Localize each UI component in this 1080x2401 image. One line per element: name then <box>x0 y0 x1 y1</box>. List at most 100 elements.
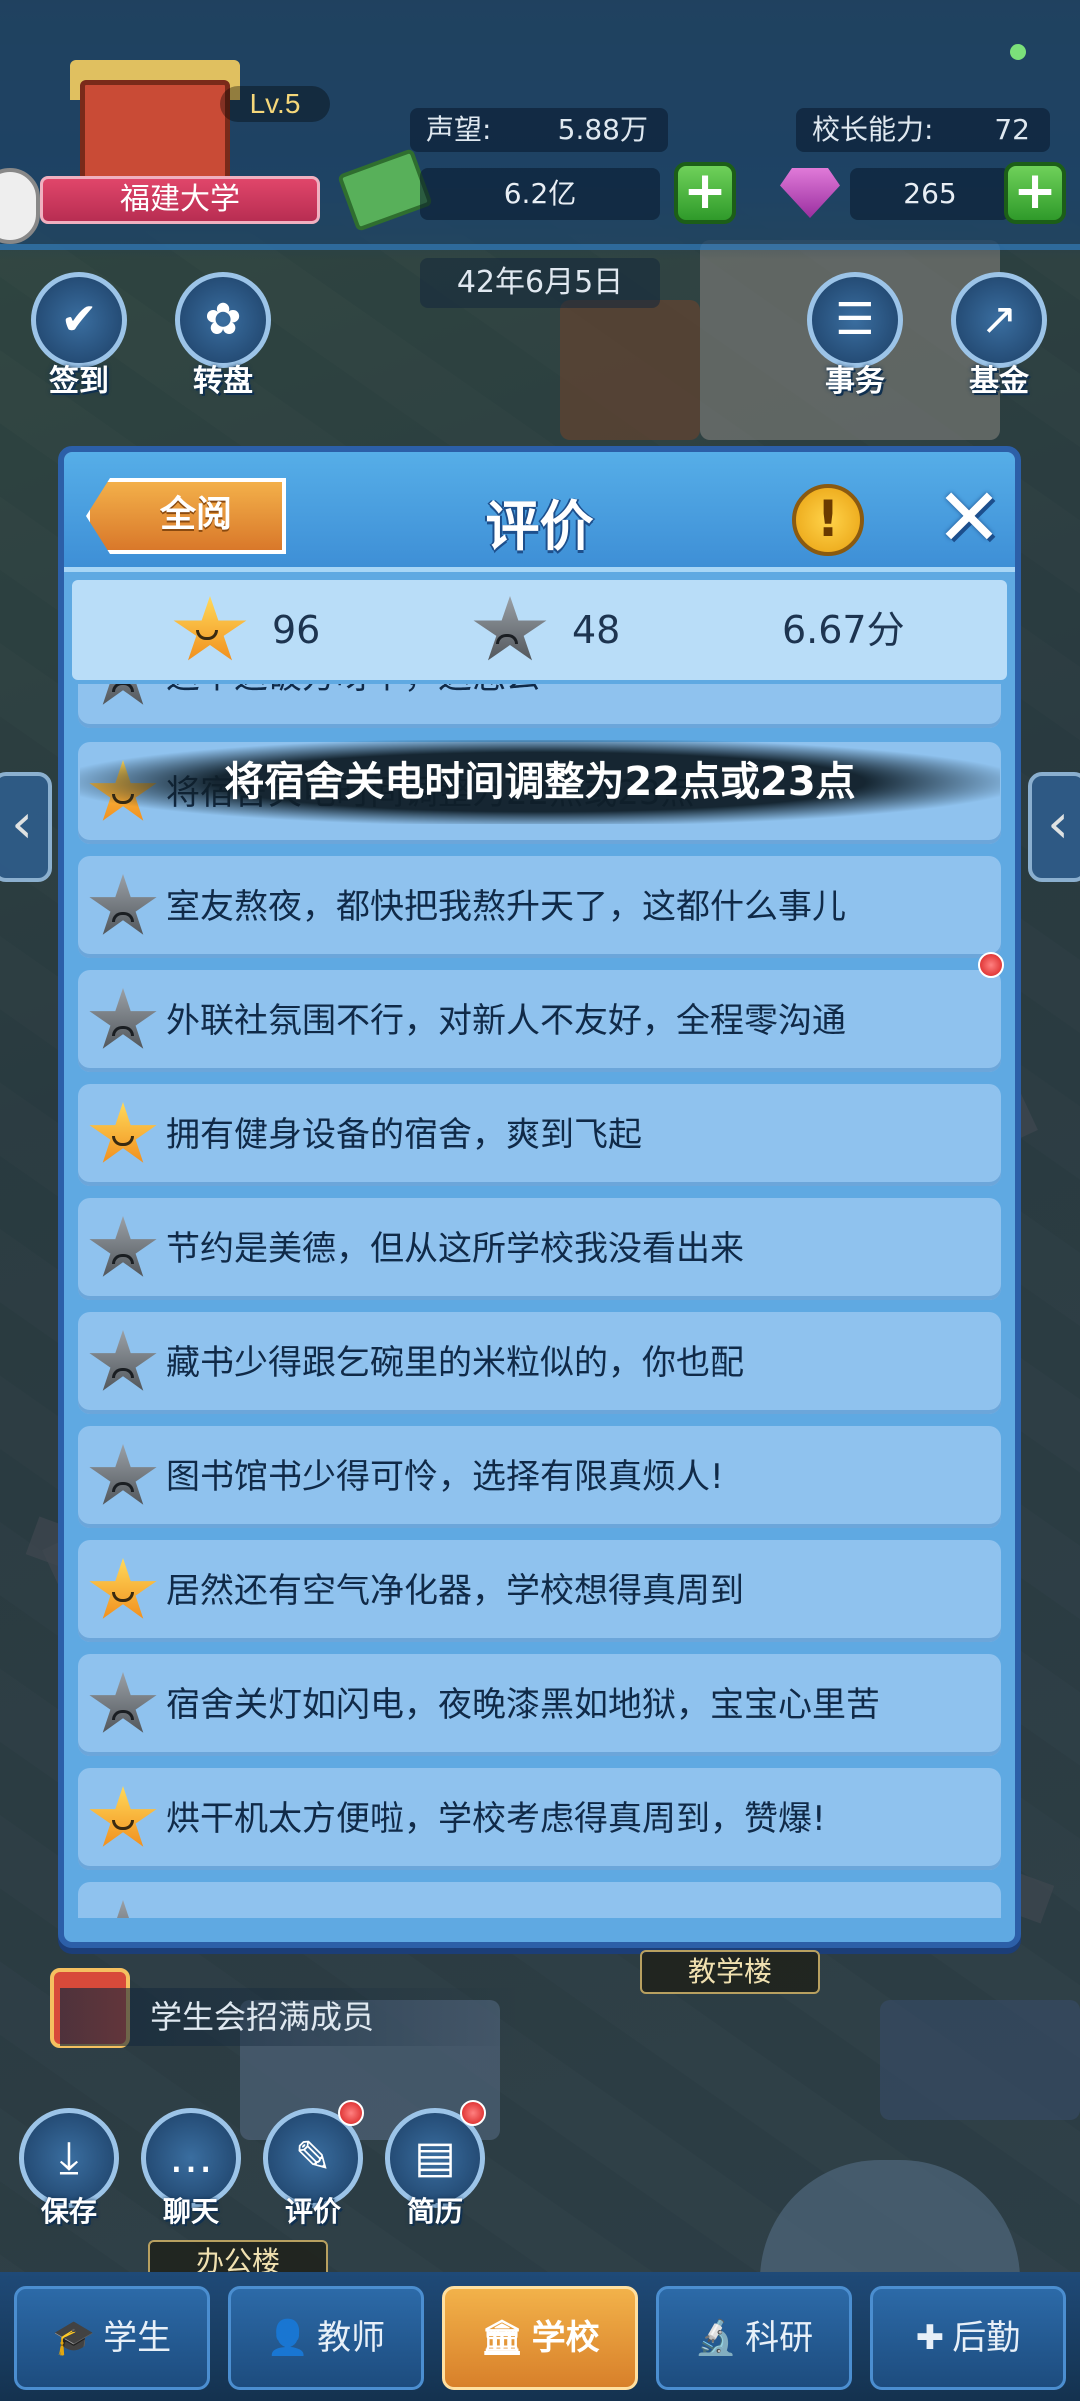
logistics-icon: ✚ <box>915 2318 945 2358</box>
status-dot <box>1010 44 1026 60</box>
school-level: Lv.5 <box>220 86 330 122</box>
add-gem-button[interactable]: + <box>1004 162 1066 224</box>
checkin-button[interactable]: ✔ 签到 <box>24 272 134 400</box>
review-text: 居然还有空气净化器，学校想得真周到 <box>166 1571 744 1611</box>
school-building-icon <box>80 80 230 190</box>
game-date: 42年6月5日 <box>420 258 660 308</box>
bad-star-icon <box>473 596 547 661</box>
review-text: 图书馆书少得可怜，选择有限真烦人! <box>166 1457 724 1497</box>
review-text: 烘干机太方便啦，学校考虑得真周到，赞爆! <box>166 1799 826 1839</box>
tab-label: 后勤 <box>952 2318 1021 2358</box>
tab-label: 科研 <box>745 2318 814 2358</box>
dialog-title: 评价 <box>485 495 594 558</box>
review-text: 宿舍关灯如闪电，夜晚漆黑如地狱，宝宝心里苦 <box>166 1685 880 1725</box>
school-name: 福建大学 <box>40 176 320 224</box>
bad-star-icon <box>89 1900 157 1918</box>
close-button[interactable]: ✕ <box>934 478 1004 558</box>
bad-count: 48 <box>572 608 621 652</box>
bad-star-icon <box>89 684 157 705</box>
review-text: 藏书少得跟乞碗里的米粒似的，你也配 <box>166 1343 744 1383</box>
review-row[interactable]: 藏书少得跟乞碗里的米粒似的，你也配 <box>78 1312 1001 1414</box>
info-button[interactable]: ! <box>792 484 864 556</box>
save-button[interactable]: ⤓ 保存 <box>14 2108 124 2230</box>
reputation-value: 5.88万 <box>557 113 648 146</box>
bad-star-icon <box>89 988 157 1049</box>
money-value: 6.2亿 <box>420 168 660 220</box>
bad-star-icon <box>89 874 157 935</box>
save-label: 保存 <box>40 2195 97 2228</box>
good-star-icon <box>89 1558 157 1619</box>
review-row[interactable]: 这个这破方呀个，这怎么 <box>78 684 1001 728</box>
scroll-left-arrow[interactable]: ‹ <box>0 772 52 882</box>
clipboard-icon: ☰ <box>835 294 875 345</box>
resume-button[interactable]: ▤ 简历 <box>380 2108 490 2230</box>
review-text: 室友熬夜，都快把我熬升天了，这都什么事儿 <box>166 887 846 927</box>
wheel-icon: ✿ <box>204 294 242 345</box>
good-count: 96 <box>272 608 321 652</box>
score: 6.67分 <box>782 608 905 652</box>
review-row[interactable]: 外联社氛围不行，对新人不友好，全程零沟通 <box>78 970 1001 1072</box>
chat-button[interactable]: … 聊天 <box>136 2108 246 2230</box>
checkin-label: 签到 <box>49 364 109 399</box>
good-star-icon <box>89 1102 157 1163</box>
wheel-button[interactable]: ✿ 转盘 <box>168 272 278 400</box>
bad-star-icon <box>89 1444 157 1505</box>
chart-up-icon: ↗ <box>980 294 1018 345</box>
wheel-label: 转盘 <box>193 364 253 399</box>
reputation-label: 声望: <box>426 113 492 146</box>
tab-students[interactable]: 🎓 学生 <box>14 2286 210 2390</box>
fund-button[interactable]: ↗ 基金 <box>944 272 1054 400</box>
chat-label: 聊天 <box>162 2195 219 2228</box>
graduation-cap-icon: 🎓 <box>52 2318 96 2358</box>
good-star-icon <box>173 596 247 661</box>
teaching-building-label[interactable]: 教学楼 <box>640 1950 820 1994</box>
gem-value: 265 <box>850 168 1010 220</box>
tab-label: 学生 <box>103 2318 172 2358</box>
review-list[interactable]: 这个这破方呀个，这怎么 将宿舍关电时间调整为22点或23点 室友熬夜，都快把我熬… <box>78 684 1001 1918</box>
bad-star-icon <box>89 1330 157 1391</box>
review-text: 外联社氛围不行，对新人不友好，全程零沟通 <box>166 1001 846 1041</box>
tab-label: 学校 <box>531 2318 600 2358</box>
notice-banner[interactable]: 学生会招满成员 <box>60 1988 520 2046</box>
affairs-label: 事务 <box>825 364 885 399</box>
review-summary: 96 48 6.67分 <box>72 580 1007 680</box>
review-row[interactable]: 室友熬夜，都快把我熬升天了，这都什么事儿 <box>78 856 1001 958</box>
reputation-stat: 声望: 5.88万 <box>410 108 668 152</box>
review-row[interactable] <box>78 1882 1001 1918</box>
checkin-icon: ✔ <box>60 294 98 345</box>
tab-teachers[interactable]: 👤 教师 <box>228 2286 424 2390</box>
microscope-icon: 🔬 <box>694 2318 738 2358</box>
tab-logistics[interactable]: ✚ 后勤 <box>870 2286 1066 2390</box>
bad-star-icon <box>89 1672 157 1733</box>
review-row[interactable]: 拥有健身设备的宿舍，爽到飞起 <box>78 1084 1001 1186</box>
review-row[interactable]: 宿舍关灯如闪电，夜晚漆黑如地狱，宝宝心里苦 <box>78 1654 1001 1756</box>
add-money-button[interactable]: + <box>674 162 736 224</box>
principal-label: 校长能力: <box>812 113 934 146</box>
dialog-header: 全阅 评价 ! ✕ <box>64 452 1015 572</box>
top-hud: Lv.5 福建大学 声望: 5.88万 校长能力: 72 6.2亿 + 265 … <box>0 0 1080 260</box>
bottom-tab-bar: 🎓 学生 👤 教师 🏛 学校 🔬 科研 ✚ 后勤 <box>0 2272 1080 2401</box>
review-dialog: 全阅 评价 ! ✕ 96 48 6.67分 这个这破方呀个，这怎么 将宿舍关电时… <box>58 446 1021 1948</box>
principal-stat: 校长能力: 72 <box>796 108 1050 152</box>
toast-message: 将宿舍关电时间调整为22点或23点 <box>80 740 1000 824</box>
affairs-button[interactable]: ☰ 事务 <box>800 272 910 400</box>
review-button[interactable]: ✎ 评价 <box>258 2108 368 2230</box>
review-row[interactable]: 居然还有空气净化器，学校想得真周到 <box>78 1540 1001 1642</box>
review-text: 拥有健身设备的宿舍，爽到飞起 <box>166 1115 642 1155</box>
principal-value: 72 <box>994 113 1030 146</box>
review-label: 评价 <box>284 2195 341 2228</box>
resume-notification-dot <box>460 2100 486 2126</box>
review-row[interactable]: 烘干机太方便啦，学校考虑得真周到，赞爆! <box>78 1768 1001 1870</box>
tab-label: 教师 <box>317 2318 386 2358</box>
scroll-right-arrow[interactable]: ‹ <box>1028 772 1080 882</box>
school-icon: 🏛 <box>480 2318 524 2358</box>
review-text: 节约是美德，但从这所学校我没看出来 <box>166 1229 744 1269</box>
review-text: 这个这破方呀个，这怎么 <box>166 684 540 728</box>
tab-school[interactable]: 🏛 学校 <box>442 2286 638 2390</box>
fund-label: 基金 <box>969 364 1029 399</box>
review-row[interactable]: 节约是美德，但从这所学校我没看出来 <box>78 1198 1001 1300</box>
tab-research[interactable]: 🔬 科研 <box>656 2286 852 2390</box>
review-row[interactable]: 图书馆书少得可怜，选择有限真烦人! <box>78 1426 1001 1528</box>
bad-star-icon <box>89 1216 157 1277</box>
good-star-icon <box>89 1786 157 1847</box>
